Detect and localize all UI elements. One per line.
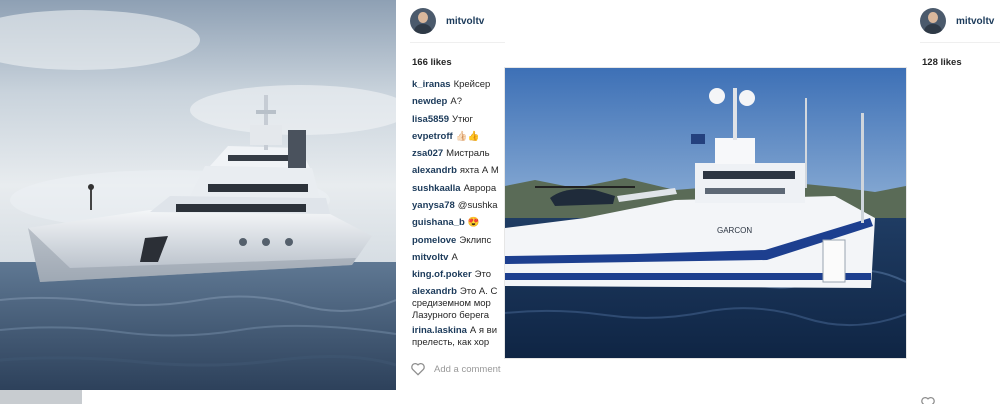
add-comment-row: Add a comment <box>410 362 501 376</box>
comment-text: Крейсер <box>453 79 491 90</box>
comment-item: mitvoltv А <box>396 249 505 266</box>
comment-text: 👍🏻👍 <box>455 130 480 142</box>
comment-text: 😍 <box>467 217 480 229</box>
comment-text: @sushka <box>457 200 498 212</box>
add-comment-row <box>920 396 944 404</box>
post-header: mitvoltv <box>396 0 505 42</box>
comment-user[interactable]: guishana_b <box>412 217 465 228</box>
add-comment-input[interactable]: Add a comment <box>434 364 501 375</box>
comment-user[interactable]: pomelove <box>412 235 456 246</box>
comment-user[interactable]: evpetroff <box>412 131 453 142</box>
comment-item: guishana_b 😍 <box>396 214 505 231</box>
comment-user[interactable]: alexandrb <box>412 165 457 176</box>
comment-item: evpetroff 👍🏻👍 <box>396 128 505 145</box>
bottom-edge-strip <box>0 390 82 404</box>
avatar[interactable] <box>920 8 946 34</box>
avatar[interactable] <box>410 8 436 34</box>
comment-user[interactable]: k_iranas <box>412 79 451 90</box>
comment-text: Мистраль <box>446 148 490 160</box>
comment-user[interactable]: irina.laskina <box>412 325 467 336</box>
comment-user[interactable]: newdep <box>412 96 447 107</box>
comment-text: А <box>451 251 458 263</box>
likes-count[interactable]: 166 likes <box>396 43 505 76</box>
comment-user[interactable]: mitvoltv <box>412 252 448 263</box>
comment-text: Это <box>474 269 492 281</box>
likes-count[interactable]: 128 likes <box>906 43 1000 76</box>
comment-user[interactable]: king.of.poker <box>412 269 472 280</box>
post-photo-yacht-a[interactable] <box>0 0 396 390</box>
comment-item: alexandrb яхта А M <box>396 162 505 179</box>
comment-user[interactable]: zsa027 <box>412 148 443 159</box>
comment-user[interactable]: lisa5859 <box>412 114 449 125</box>
comment-item: k_iranas Крейсер <box>396 76 505 93</box>
comment-text: яхта А M <box>459 165 499 177</box>
comment-text: Утюг <box>451 113 473 125</box>
comment-item: irina.laskina А я ви прелесть, как хор <box>396 325 505 349</box>
post-photo-garcon-yacht[interactable]: GARCON <box>505 68 906 358</box>
heart-icon[interactable] <box>410 362 426 376</box>
comment-user[interactable]: sushkaalla <box>412 183 461 194</box>
comment-user[interactable]: yanysa78 <box>412 200 455 211</box>
comment-user[interactable]: alexandrb <box>412 286 457 297</box>
comment-item: newdep A? <box>396 93 505 110</box>
comment-text: Аврора <box>463 182 497 194</box>
comment-list: k_iranas Крейсер newdep A? lisa5859 Утюг ev… <box>396 76 505 349</box>
comment-text: A? <box>450 96 462 108</box>
heart-icon[interactable] <box>920 396 936 404</box>
username-link[interactable]: mitvoltv <box>446 16 484 27</box>
comment-item: sushkaalla Аврора <box>396 180 505 197</box>
comment-item: lisa5859 Утюг <box>396 111 505 128</box>
comment-item: yanysa78 @sushka <box>396 197 505 214</box>
username-link[interactable]: mitvoltv <box>956 16 994 27</box>
comment-text: Эклипс <box>459 234 492 246</box>
hull-name-text: GARCON <box>717 226 752 235</box>
comment-item: alexandrb Это А. С средиземном мор Лазурн… <box>396 286 505 322</box>
comment-item: king.of.poker Это <box>396 266 505 283</box>
post-header: mitvoltv <box>906 0 1000 42</box>
comment-item: pomelove Эклипс <box>396 232 505 249</box>
post-sidebar-2: mitvoltv 128 likes <box>906 0 1000 404</box>
post-sidebar-1: mitvoltv 166 likes k_iranas Крейсер newde… <box>396 0 505 404</box>
comment-item: zsa027 Мистраль <box>396 145 505 162</box>
